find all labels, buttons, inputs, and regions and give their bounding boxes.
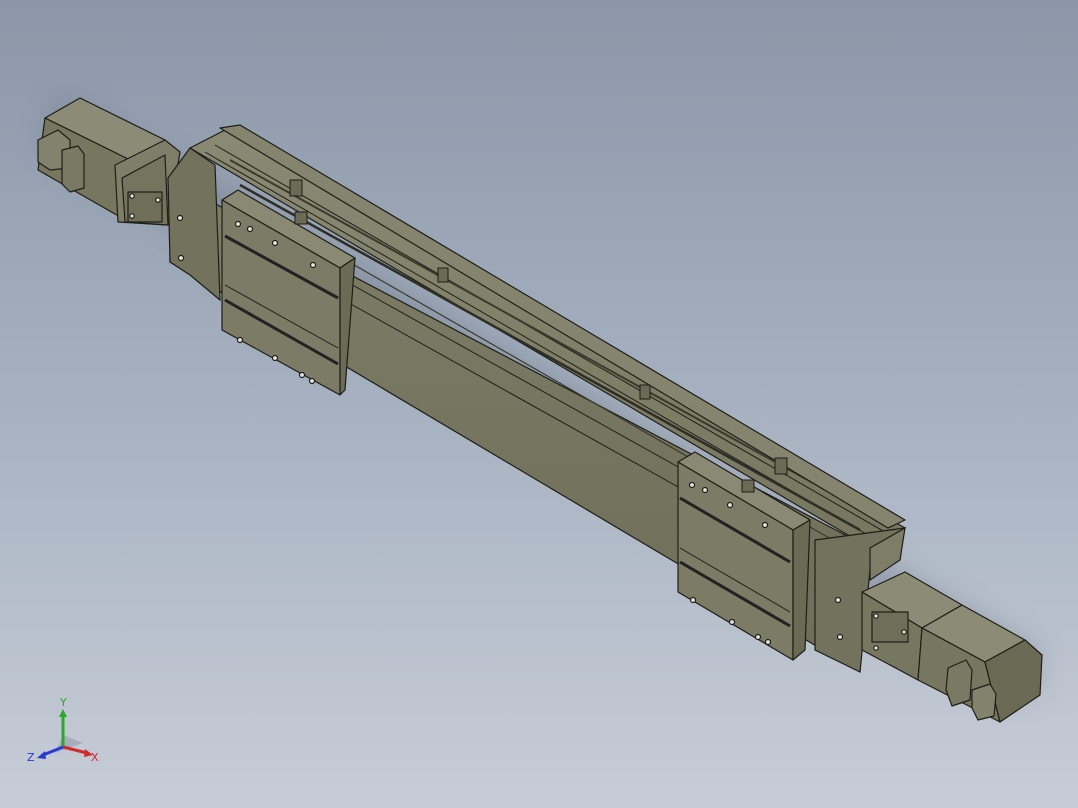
graphics-viewport[interactable]: Y X Z (0, 0, 1078, 808)
left-motor (37, 97, 181, 226)
left-end-cap (167, 147, 221, 302)
linear-actuator-model[interactable] (0, 0, 1078, 808)
z-axis-label: Z (27, 751, 35, 764)
y-axis-head (59, 709, 67, 717)
right-motor (861, 571, 1043, 723)
x-axis-label: X (91, 751, 99, 764)
orientation-triad: Y X Z (27, 696, 99, 764)
z-axis-head (37, 751, 46, 759)
y-axis-label: Y (59, 696, 67, 709)
x-axis-arrow (62, 745, 88, 755)
